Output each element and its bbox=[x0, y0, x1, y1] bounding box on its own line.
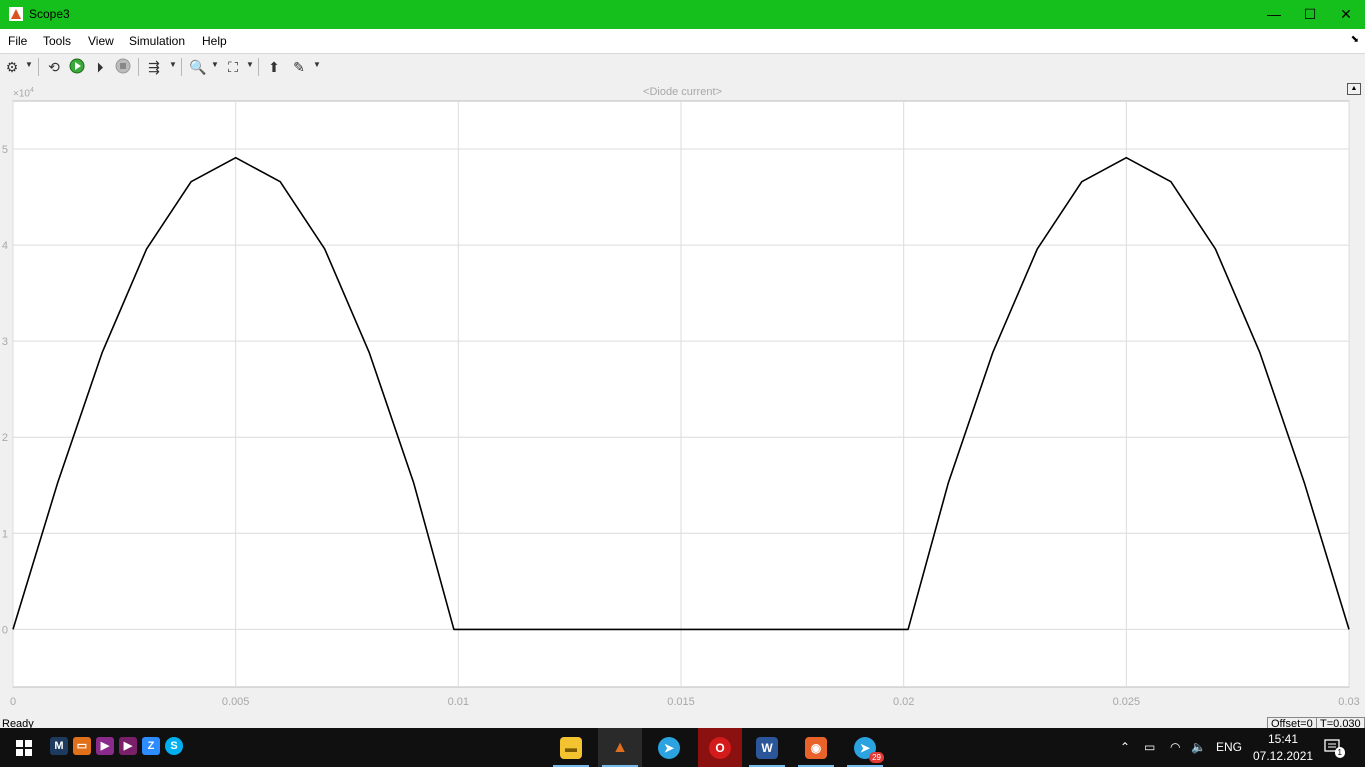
y-tick-label: 2 bbox=[2, 432, 8, 444]
notification-count: 1 bbox=[1334, 747, 1345, 758]
highlight-block-icon[interactable]: ⬆ bbox=[265, 58, 283, 76]
menu-bar: File Tools View Simulation Help ⬊ bbox=[0, 29, 1365, 53]
menu-help[interactable]: Help bbox=[202, 34, 227, 48]
status-text: Ready bbox=[2, 718, 34, 728]
matlab-icon bbox=[9, 7, 23, 21]
notification-badge: 29 bbox=[869, 752, 884, 763]
volume-icon[interactable]: 🔈 bbox=[1191, 740, 1206, 754]
telegram-button[interactable]: ➤ bbox=[647, 728, 691, 767]
offset-field: Offset=0 bbox=[1267, 717, 1317, 728]
status-bar: Ready Offset=0 T=0.030 bbox=[0, 716, 1365, 728]
time-field: T=0.030 bbox=[1316, 717, 1365, 728]
video-editor-icon[interactable]: ▶ bbox=[96, 737, 114, 755]
title-bar: Scope3 — ☐ ✕ bbox=[0, 0, 1365, 29]
x-tick-label: 0.005 bbox=[222, 696, 250, 708]
windows-start-icon[interactable] bbox=[16, 740, 32, 756]
menu-simulation[interactable]: Simulation bbox=[129, 34, 185, 48]
undock-icon[interactable]: ▲ bbox=[1347, 83, 1361, 95]
run-icon[interactable] bbox=[68, 58, 86, 76]
y-axis-exponent: ×104 bbox=[13, 87, 34, 100]
word-icon: W bbox=[756, 737, 778, 759]
opera-button[interactable]: O bbox=[698, 728, 742, 767]
zoom-icon[interactable]: 🔍 bbox=[189, 58, 207, 76]
toolbar-separator bbox=[138, 58, 139, 76]
telegram-icon: ➤ bbox=[658, 737, 680, 759]
toolbar-separator bbox=[258, 58, 259, 76]
menu-tools[interactable]: Tools bbox=[43, 34, 71, 48]
diode-current-chart[interactable]: 0 0.005 0.01 0.015 0.02 0.025 0.03 0 1 2 3 4 5 bbox=[0, 81, 1365, 716]
x-tick-label: 0.025 bbox=[1113, 696, 1141, 708]
x-tick-label: 0 bbox=[10, 696, 16, 708]
fit-to-view-icon[interactable]: ⛶ bbox=[224, 58, 242, 76]
plot-title: <Diode current> bbox=[643, 86, 722, 98]
matlab-button[interactable]: ▲ bbox=[598, 728, 642, 767]
notifications-icon[interactable]: 1 bbox=[1323, 738, 1345, 758]
toolbar: ⚙ ▼ ⟲ ⏵ ⇶ ▼ 🔍 ▼ ⛶ ▼ ⬆ ✎ ▼ bbox=[0, 53, 1365, 82]
x-tick-label: 0.02 bbox=[893, 696, 914, 708]
maximize-button[interactable]: ☐ bbox=[1295, 4, 1325, 24]
viewer-icon: ◉ bbox=[805, 737, 827, 759]
language-indicator[interactable]: ENG bbox=[1216, 740, 1242, 754]
app-m-icon[interactable]: M bbox=[50, 737, 68, 755]
settings-icon[interactable]: ⚙ bbox=[4, 58, 20, 76]
x-tick-label: 0.015 bbox=[667, 696, 695, 708]
window-title: Scope3 bbox=[29, 7, 70, 21]
file-explorer-icon: ▬ bbox=[560, 737, 582, 759]
word-button[interactable]: W bbox=[745, 728, 789, 767]
taskbar: M ▭ ▶ ▶ Z S ▬ ▲ ➤ O W ◉ ➤ 29 ⌃ ▭ ◠ 🔈 ENG… bbox=[0, 728, 1365, 767]
zoom-dropdown-icon[interactable]: ▼ bbox=[211, 60, 219, 69]
toolbar-separator bbox=[181, 58, 182, 76]
minimize-button[interactable]: — bbox=[1259, 4, 1289, 24]
stop-icon[interactable] bbox=[114, 58, 132, 76]
y-tick-label: 5 bbox=[2, 144, 8, 156]
style-icon[interactable]: ✎ bbox=[290, 58, 308, 76]
clock-date: 07.12.2021 bbox=[1253, 749, 1314, 763]
battery-icon[interactable]: ▭ bbox=[1144, 740, 1155, 754]
settings-dropdown-icon[interactable]: ▼ bbox=[25, 60, 33, 69]
wifi-icon[interactable]: ◠ bbox=[1170, 740, 1180, 754]
archive-icon[interactable]: ▭ bbox=[73, 737, 91, 755]
dock-arrow-icon[interactable]: ⬊ bbox=[1351, 34, 1359, 45]
opera-icon: O bbox=[709, 737, 731, 759]
clock[interactable]: 15:41 07.12.2021 bbox=[1253, 731, 1313, 765]
signal-selector-icon[interactable]: ⇶ bbox=[145, 58, 163, 76]
close-button[interactable]: ✕ bbox=[1331, 4, 1361, 24]
toolbar-separator bbox=[38, 58, 39, 76]
show-hidden-icons-icon[interactable]: ⌃ bbox=[1120, 740, 1130, 754]
y-tick-label: 1 bbox=[2, 528, 8, 540]
signal-dropdown-icon[interactable]: ▼ bbox=[169, 60, 177, 69]
menu-view[interactable]: View bbox=[88, 34, 114, 48]
matlab-icon: ▲ bbox=[612, 739, 628, 756]
viewer-button[interactable]: ◉ bbox=[794, 728, 838, 767]
file-explorer-button[interactable]: ▬ bbox=[549, 728, 593, 767]
x-tick-label: 0.03 bbox=[1338, 696, 1359, 708]
y-tick-label: 0 bbox=[2, 624, 8, 636]
zoom-app-icon[interactable]: Z bbox=[142, 737, 160, 755]
restore-icon[interactable]: ⟲ bbox=[45, 58, 63, 76]
y-tick-label: 4 bbox=[2, 240, 8, 252]
clock-time: 15:41 bbox=[1267, 732, 1299, 746]
telegram-2-button[interactable]: ➤ 29 bbox=[843, 728, 887, 767]
menu-file[interactable]: File bbox=[8, 34, 27, 48]
media-icon[interactable]: ▶ bbox=[119, 737, 137, 755]
x-tick-label: 0.01 bbox=[448, 696, 469, 708]
fit-dropdown-icon[interactable]: ▼ bbox=[246, 60, 254, 69]
step-forward-icon[interactable]: ⏵ bbox=[91, 58, 109, 76]
scope-plot-area: 0 0.005 0.01 0.015 0.02 0.025 0.03 0 1 2 3 4 5 <Diod… bbox=[0, 81, 1365, 716]
y-tick-label: 3 bbox=[2, 336, 8, 348]
style-dropdown-icon[interactable]: ▼ bbox=[313, 60, 321, 69]
skype-icon[interactable]: S bbox=[165, 737, 183, 755]
